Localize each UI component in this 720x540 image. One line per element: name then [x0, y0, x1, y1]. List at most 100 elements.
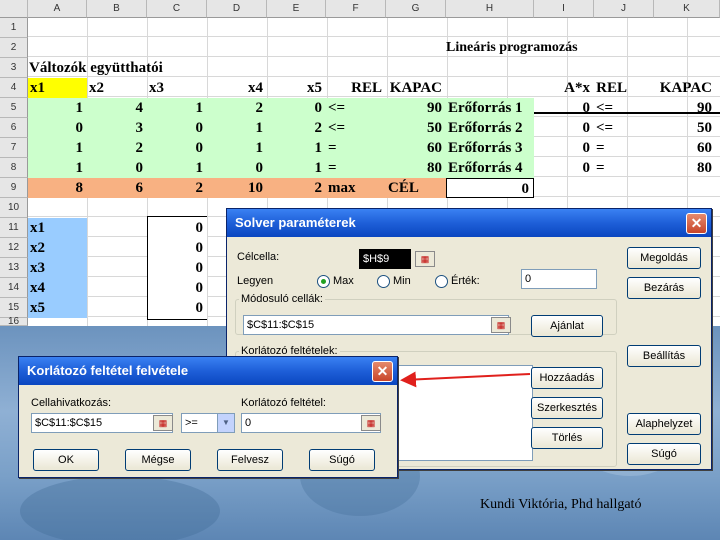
guess-button[interactable]: Ajánlat: [531, 315, 603, 337]
kapac2-cell[interactable]: 50: [654, 118, 716, 138]
reset-all-button[interactable]: Alaphelyzet: [627, 413, 701, 435]
header-x3[interactable]: x3: [147, 78, 207, 98]
rel-cell[interactable]: =: [326, 138, 386, 158]
radio-max[interactable]: [317, 275, 330, 288]
column-header-k[interactable]: K: [654, 0, 720, 18]
column-header-c[interactable]: C: [147, 0, 207, 18]
coef-cell[interactable]: 2: [207, 98, 267, 118]
objective-label[interactable]: CÉL: [386, 178, 446, 198]
resource-name-cell[interactable]: Erőforrás 4: [446, 158, 534, 178]
var-name-x5[interactable]: x5: [28, 298, 87, 318]
kapac2-cell[interactable]: 80: [654, 158, 716, 178]
header-rel2[interactable]: REL: [594, 78, 631, 98]
cell-reference-input[interactable]: $C$11:$C$15: [31, 413, 173, 433]
options-button[interactable]: Beállítás: [627, 345, 701, 367]
header-kapac[interactable]: KAPAC: [386, 78, 446, 98]
cell-ref-collapse-icon[interactable]: ▦: [153, 415, 173, 431]
rel2-cell[interactable]: <=: [594, 98, 654, 118]
row-header[interactable]: 10: [0, 198, 28, 218]
row-header[interactable]: 5: [0, 98, 28, 118]
kapac2-cell[interactable]: 90: [654, 98, 716, 118]
target-cell-input[interactable]: $H$9: [359, 249, 411, 269]
row-header[interactable]: 11: [0, 218, 28, 238]
header-ax[interactable]: A*x: [534, 78, 594, 98]
changing-cells-input[interactable]: $C$11:$C$15: [243, 315, 509, 335]
row-header[interactable]: 16: [0, 317, 28, 327]
objective-x4[interactable]: 10: [207, 178, 267, 198]
operator-select[interactable]: >= ▼: [181, 413, 235, 433]
header-x2[interactable]: x2: [87, 78, 147, 98]
row-header[interactable]: 1: [0, 18, 28, 38]
rel-cell[interactable]: =: [326, 158, 386, 178]
coef-cell[interactable]: 3: [87, 118, 147, 138]
row-header[interactable]: 7: [0, 138, 28, 158]
coef-cell[interactable]: 0: [147, 138, 207, 158]
close-button[interactable]: Bezárás: [627, 277, 701, 299]
coef-cell[interactable]: 0: [28, 118, 87, 138]
objective-x2[interactable]: 6: [87, 178, 147, 198]
row-header[interactable]: 9: [0, 178, 28, 198]
column-header-d[interactable]: D: [207, 0, 267, 18]
radio-value-label[interactable]: Érték:: [451, 275, 480, 287]
ax-cell[interactable]: 0: [534, 158, 594, 178]
row-header[interactable]: 13: [0, 258, 28, 278]
coef-cell[interactable]: 1: [28, 138, 87, 158]
column-header-b[interactable]: B: [87, 0, 147, 18]
kapac2-cell[interactable]: 60: [654, 138, 716, 158]
var-value-x5[interactable]: 0: [147, 298, 207, 318]
coef-cell[interactable]: 2: [267, 118, 326, 138]
corner-select-all[interactable]: [0, 0, 28, 18]
coef-cell[interactable]: 0: [147, 118, 207, 138]
cancel-button[interactable]: Mégse: [125, 449, 191, 471]
row-header[interactable]: 8: [0, 158, 28, 178]
column-header-f[interactable]: F: [326, 0, 386, 18]
target-ref-collapse-icon[interactable]: ▦: [415, 251, 435, 267]
resource-name-cell[interactable]: Erőforrás 1: [446, 98, 534, 118]
row-header[interactable]: 15: [0, 298, 28, 318]
row-header[interactable]: 3: [0, 58, 28, 78]
coef-cell[interactable]: 1: [207, 138, 267, 158]
coef-cell[interactable]: 1: [267, 138, 326, 158]
radio-min[interactable]: [377, 275, 390, 288]
var-name-x1[interactable]: x1: [28, 218, 87, 238]
add-constraint-titlebar[interactable]: Korlátozó feltétel felvétele: [19, 357, 397, 385]
solver-titlebar[interactable]: Solver paraméterek: [227, 209, 711, 237]
solver-close-button[interactable]: ✕: [686, 213, 707, 234]
header-kapac2[interactable]: KAPAC: [654, 78, 716, 98]
var-value-x2[interactable]: 0: [147, 238, 207, 258]
rel2-cell[interactable]: <=: [594, 118, 654, 138]
var-value-x1[interactable]: 0: [147, 218, 207, 238]
ax-cell[interactable]: 0: [534, 118, 594, 138]
row-header[interactable]: 6: [0, 118, 28, 138]
coef-cell[interactable]: 1: [267, 158, 326, 178]
column-header-h[interactable]: H: [446, 0, 534, 18]
coef-cell[interactable]: 1: [28, 158, 87, 178]
header-x1[interactable]: x1: [28, 78, 87, 98]
solve-button[interactable]: Megoldás: [627, 247, 701, 269]
coef-cell[interactable]: 0: [87, 158, 147, 178]
delete-constraint-button[interactable]: Törlés: [531, 427, 603, 449]
objective-x5[interactable]: 2: [267, 178, 326, 198]
column-header-j[interactable]: J: [594, 0, 654, 18]
column-header-a[interactable]: A: [28, 0, 87, 18]
coef-cell[interactable]: 1: [207, 118, 267, 138]
resource-name-cell[interactable]: Erőforrás 2: [446, 118, 534, 138]
value-of-input[interactable]: 0: [521, 269, 597, 289]
var-value-x3[interactable]: 0: [147, 258, 207, 278]
header-x5[interactable]: x5: [267, 78, 326, 98]
kapac-cell[interactable]: 90: [386, 98, 446, 118]
resource-name-cell[interactable]: Erőforrás 3: [446, 138, 534, 158]
var-name-x4[interactable]: x4: [28, 278, 87, 298]
add-constraint-button[interactable]: Hozzáadás: [531, 367, 603, 389]
chevron-down-icon[interactable]: ▼: [217, 414, 234, 432]
ax-cell[interactable]: 0: [534, 98, 594, 118]
change-constraint-button[interactable]: Szerkesztés: [531, 397, 603, 419]
row-header[interactable]: 2: [0, 38, 28, 58]
header-rel[interactable]: REL: [326, 78, 386, 98]
kapac-cell[interactable]: 60: [386, 138, 446, 158]
sheet-title[interactable]: Lineáris programozás: [446, 38, 616, 58]
column-header-i[interactable]: I: [534, 0, 594, 18]
ax-cell[interactable]: 0: [534, 138, 594, 158]
row-header[interactable]: 4: [0, 78, 28, 98]
var-name-x2[interactable]: x2: [28, 238, 87, 258]
